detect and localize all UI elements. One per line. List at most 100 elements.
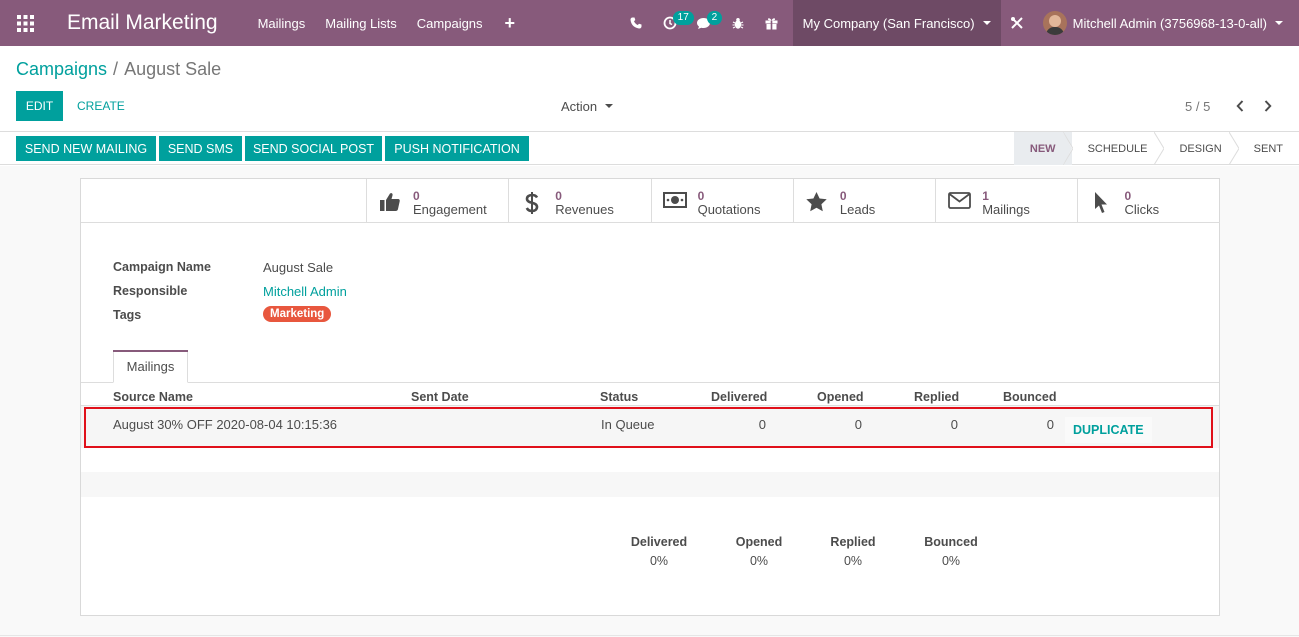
pager-value[interactable]: 5 / 5: [1185, 99, 1210, 114]
cell-replied: 0: [950, 417, 958, 432]
edit-button[interactable]: EDIT: [16, 91, 63, 121]
smart-buttons: 0 Engagement 0 Revenues 0 Quotations 0 L…: [366, 179, 1220, 223]
engagement-stat-button[interactable]: 0 Engagement: [366, 179, 508, 223]
stat-value: 1: [982, 189, 989, 203]
breadcrumb-campaigns[interactable]: Campaigns: [16, 59, 107, 79]
tab-mailings[interactable]: Mailings: [113, 350, 188, 383]
clicks-stat-button[interactable]: 0 Clicks: [1077, 179, 1219, 223]
form-sheet: 0 Engagement 0 Revenues 0 Quotations 0 L…: [80, 178, 1220, 616]
activity-clock-icon[interactable]: 17: [653, 0, 694, 46]
divider: [0, 635, 1299, 636]
stage-sent[interactable]: SENT: [1238, 132, 1299, 165]
top-navbar: Email Marketing Mailings Mailing Lists C…: [0, 0, 1299, 46]
dollar-icon: [509, 189, 555, 214]
summary-bounced-label: Bounced: [924, 535, 978, 549]
stage-label: SENT: [1253, 142, 1283, 155]
tab-bar-line: [81, 382, 1219, 383]
col-opened[interactable]: Opened: [817, 390, 864, 404]
menu-mailing-lists[interactable]: Mailing Lists: [325, 16, 397, 31]
pager: 5 / 5: [1185, 91, 1278, 121]
user-menu[interactable]: Mitchell Admin (3756968-13-0-all): [1042, 11, 1299, 35]
stat-label: Quotations: [697, 202, 761, 217]
chevron-left-icon[interactable]: [1230, 100, 1250, 112]
col-status[interactable]: Status: [600, 390, 638, 404]
company-switcher[interactable]: My Company (San Francisco): [792, 0, 1001, 46]
stat-value: 0: [839, 189, 847, 203]
plus-icon[interactable]: +: [505, 13, 516, 34]
quotations-stat-button[interactable]: 0 Quotations: [650, 179, 793, 223]
action-dropdown[interactable]: Action: [561, 91, 614, 121]
envelope-icon: [936, 189, 982, 209]
thumbs-up-icon: [367, 189, 413, 211]
duplicate-button[interactable]: DUPLICATE: [1065, 417, 1152, 443]
tags-label: Tags: [113, 308, 142, 322]
stage-label: NEW: [1029, 142, 1056, 155]
responsible-label: Responsible: [113, 284, 188, 298]
cell-delivered: 0: [758, 417, 766, 432]
send-new-mailing-button[interactable]: SEND NEW MAILING: [16, 136, 156, 161]
stat-label: Clicks: [1124, 202, 1160, 217]
statusbar: SEND NEW MAILING SEND SMS SEND SOCIAL PO…: [0, 132, 1299, 165]
star-icon: [794, 189, 840, 212]
cursor-icon: [1078, 189, 1124, 214]
chevron-down-icon: [1275, 21, 1283, 25]
stage-design[interactable]: DESIGN: [1163, 132, 1239, 165]
user-name: Mitchell Admin (3756968-13-0-all): [1072, 15, 1267, 31]
bug-icon[interactable]: [721, 0, 755, 46]
cell-status: In Queue: [601, 417, 655, 432]
stage-label: SCHEDULE: [1087, 142, 1148, 155]
push-notification-button[interactable]: PUSH NOTIFICATION: [385, 136, 529, 161]
menu-campaigns[interactable]: Campaigns: [417, 16, 483, 31]
avatar: [1042, 11, 1067, 35]
menu-mailings[interactable]: Mailings: [258, 16, 306, 31]
col-bounced[interactable]: Bounced: [1003, 390, 1056, 404]
col-sent-date[interactable]: Sent Date: [411, 390, 469, 404]
send-sms-button[interactable]: SEND SMS: [159, 136, 242, 161]
stage-label: DESIGN: [1179, 142, 1222, 155]
summary-replied-value: 0%: [843, 554, 863, 568]
col-replied[interactable]: Replied: [914, 390, 959, 404]
col-delivered[interactable]: Delivered: [711, 390, 767, 404]
chevron-down-icon: [982, 21, 991, 25]
campaign-name-value: August Sale: [263, 260, 334, 275]
apps-grid-icon[interactable]: [0, 0, 50, 46]
summary-opened-value: 0%: [749, 554, 769, 568]
summary-bounced-value: 0%: [941, 554, 961, 568]
stage-schedule[interactable]: SCHEDULE: [1072, 132, 1165, 165]
stat-label: Engagement: [413, 202, 487, 217]
revenues-stat-button[interactable]: 0 Revenues: [508, 179, 650, 223]
empty-table-row: [81, 472, 1219, 497]
cell-source-name: August 30% OFF 2020-08-04 10:15:36: [113, 417, 338, 432]
stat-value: 0: [697, 189, 705, 203]
stat-value: 0: [555, 189, 562, 203]
stat-label: Revenues: [555, 202, 614, 217]
summary-replied-label: Replied: [830, 535, 876, 549]
stat-label: Mailings: [982, 202, 1030, 217]
chat-icon[interactable]: 2: [687, 0, 723, 46]
send-social-post-button[interactable]: SEND SOCIAL POST: [245, 136, 382, 161]
cell-bounced: 0: [1046, 417, 1054, 432]
money-bill-icon: [652, 189, 698, 208]
app-title[interactable]: Email Marketing: [67, 11, 218, 35]
gift-icon[interactable]: [755, 0, 789, 46]
stat-value: 0: [1124, 189, 1132, 203]
cell-opened: 0: [854, 417, 862, 432]
breadcrumb: Campaigns / August Sale: [16, 59, 221, 80]
stat-label: Leads: [839, 202, 876, 217]
leads-stat-button[interactable]: 0 Leads: [792, 179, 935, 223]
breadcrumb-current: August Sale: [124, 59, 222, 79]
create-button[interactable]: CREATE: [77, 91, 125, 121]
summary-opened-label: Opened: [735, 535, 783, 549]
phone-icon[interactable]: [619, 0, 653, 46]
tag-badge: Marketing: [263, 306, 332, 322]
summary-delivered-value: 0%: [649, 554, 669, 568]
col-source-name[interactable]: Source Name: [113, 390, 193, 404]
campaign-name-label: Campaign Name: [113, 260, 211, 274]
debug-tools-icon[interactable]: [1001, 16, 1033, 30]
responsible-link[interactable]: Mitchell Admin: [263, 284, 347, 299]
company-name: My Company (San Francisco): [802, 15, 975, 31]
stage-new[interactable]: NEW: [1013, 132, 1073, 165]
mailings-stat-button[interactable]: 1 Mailings: [935, 179, 1077, 223]
chevron-right-icon[interactable]: [1258, 100, 1278, 112]
chevron-down-icon: [605, 104, 614, 108]
